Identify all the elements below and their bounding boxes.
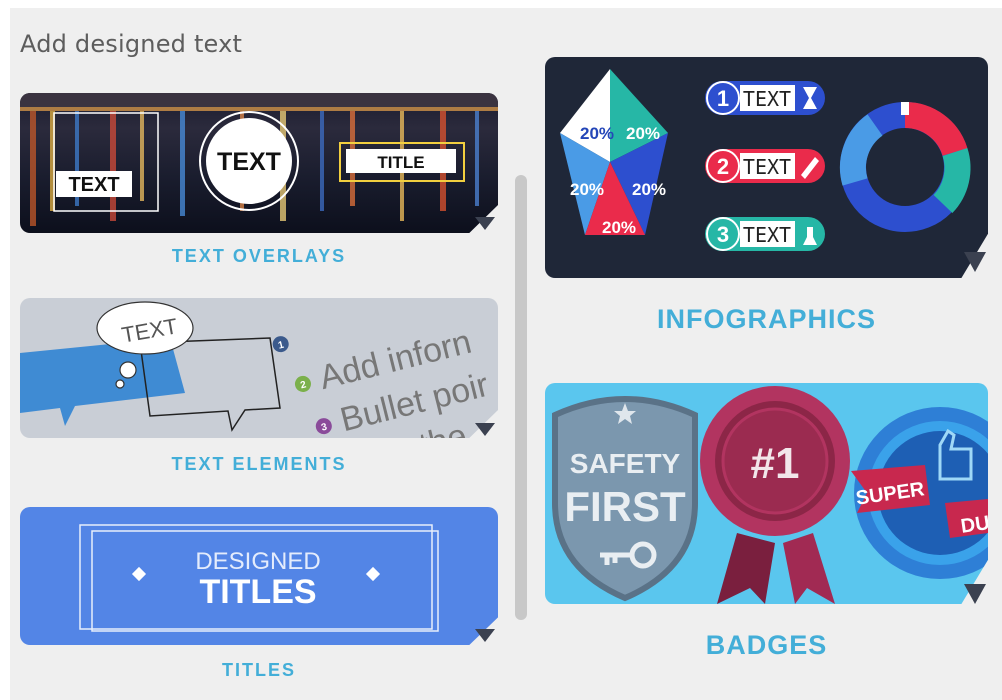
shield-line-2: FIRST [564,483,686,530]
pentagon-value: 20% [580,124,614,143]
step-number: 3 [717,222,729,247]
infographics-card[interactable]: 20% 20% 20% 20% 20% 1 TEXT 2 TEXT 3 TEXT [545,57,988,278]
badges-thumbnail: SAFETY FIRST #1 SUPER DU [545,383,988,604]
text-overlays-caret-icon[interactable] [475,217,495,230]
shield-line-1: SAFETY [570,448,681,479]
text-elements-card[interactable]: TEXT 1 2 Add inforn 3 Bullet poir Anothe [20,298,498,438]
step-text: TEXT [743,223,791,247]
badges-caret-icon[interactable] [964,584,986,604]
text-elements-caret-icon[interactable] [475,423,495,436]
badges-label: BADGES [705,630,828,660]
scrollbar[interactable] [515,175,527,620]
titles-label: TITLES [222,660,296,680]
step-text: TEXT [743,155,791,179]
titles-thumbnail: DESIGNED TITLES [20,507,498,645]
step-number: 2 [717,154,729,179]
pentagon-value: 20% [626,124,660,143]
infographics-caret-icon[interactable] [964,252,986,272]
overlay-text-circle: TEXT [217,148,281,176]
text-overlays-thumbnail: TEXT TEXT TITLE [20,93,498,233]
infographics-thumbnail: 20% 20% 20% 20% 20% 1 TEXT 2 TEXT 3 TEXT [545,57,988,278]
ribbon-tail-text: DU [959,512,988,538]
title-line-1: DESIGNED [195,548,320,575]
text-elements-label: TEXT ELEMENTS [171,454,347,474]
pentagon-value: 20% [602,218,636,237]
titles-caret-icon[interactable] [475,629,495,642]
step-1: 1 TEXT [705,81,825,115]
rosette-text: #1 [751,439,800,488]
step-3: 3 TEXT [705,217,825,251]
panel-heading: Add designed text [20,30,243,58]
overlay-title-box: TITLE [377,153,424,172]
step-2: 2 TEXT [705,149,825,183]
text-overlays-card[interactable]: TEXT TEXT TITLE [20,93,498,233]
titles-card[interactable]: DESIGNED TITLES [20,507,498,645]
pentagon-value: 20% [632,180,666,199]
overlay-text-box: TEXT [68,174,119,196]
title-line-2: TITLES [199,573,316,611]
text-overlays-label: TEXT OVERLAYS [171,246,347,266]
pentagon-value: 20% [570,180,604,199]
infographics-label: INFOGRAPHICS [656,304,876,334]
step-number: 1 [717,86,729,111]
badges-card[interactable]: SAFETY FIRST #1 SUPER DU [545,383,988,604]
text-elements-thumbnail: TEXT 1 2 Add inforn 3 Bullet poir Anothe [20,298,498,438]
step-text: TEXT [743,87,791,111]
